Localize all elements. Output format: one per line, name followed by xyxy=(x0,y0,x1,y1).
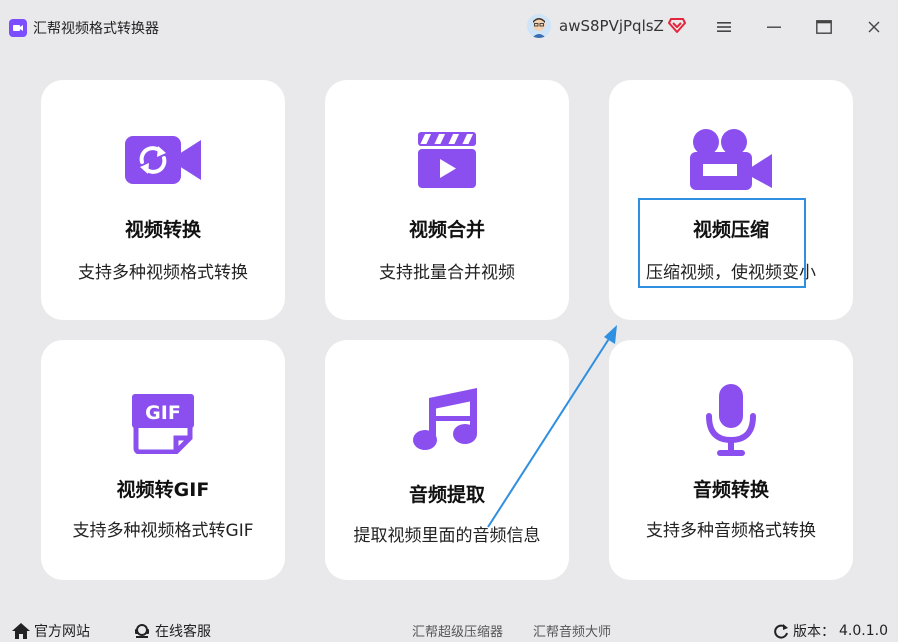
version-info[interactable]: 版本： 4.0.1.0 xyxy=(773,621,888,641)
card-description: 支持多种视频格式转GIF xyxy=(72,521,254,541)
card-description: 支持批量合并视频 xyxy=(379,263,515,283)
card-audio-convert[interactable]: 音频转换 支持多种音频格式转换 xyxy=(609,340,853,580)
music-note-icon xyxy=(413,388,481,456)
video-merge-icon xyxy=(418,132,476,192)
vip-diamond-icon[interactable] xyxy=(668,16,686,34)
card-video-to-gif[interactable]: GIF 视频转GIF 支持多种视频格式转GIF xyxy=(41,340,285,580)
online-service-link[interactable]: 在线客服 xyxy=(133,621,211,641)
maximize-icon[interactable] xyxy=(814,17,834,37)
gif-icon: GIF xyxy=(132,386,194,458)
card-title: 视频转GIF xyxy=(116,479,210,501)
footer: 官方网站 在线客服 汇帮超级压缩器 汇帮音频大师 版本： 4.0.1.0 xyxy=(0,612,898,642)
close-icon[interactable] xyxy=(864,17,884,37)
app-title: 汇帮视频格式转换器 xyxy=(33,21,159,37)
official-site-label: 官方网站 xyxy=(34,624,90,640)
headset-icon xyxy=(135,624,149,638)
svg-text:GIF: GIF xyxy=(145,402,181,424)
version-label: 版本： xyxy=(793,624,835,640)
username[interactable]: awS8PVjPqlsZ xyxy=(559,17,664,35)
minimize-icon[interactable] xyxy=(764,17,784,37)
card-description: 支持多种视频格式转换 xyxy=(78,263,248,283)
title-bar: 汇帮视频格式转换器 awS8PVjPqlsZ xyxy=(0,0,898,56)
version-number: 4.0.1.0 xyxy=(839,623,888,639)
menu-icon[interactable] xyxy=(714,17,734,37)
highlight-box xyxy=(638,198,806,288)
online-service-label: 在线客服 xyxy=(155,624,211,640)
user-avatar[interactable] xyxy=(527,14,551,38)
card-video-convert[interactable]: 视频转换 支持多种视频格式转换 xyxy=(41,80,285,320)
card-title: 视频转换 xyxy=(124,219,201,241)
video-convert-icon xyxy=(125,134,201,190)
card-title: 音频转换 xyxy=(692,479,769,501)
compressor-link[interactable]: 汇帮超级压缩器 xyxy=(412,621,503,640)
home-icon xyxy=(12,623,30,639)
card-title: 音频提取 xyxy=(408,484,485,506)
app-logo-icon xyxy=(9,19,27,37)
card-video-merge[interactable]: 视频合并 支持批量合并视频 xyxy=(325,80,569,320)
official-site-link[interactable]: 官方网站 xyxy=(12,621,90,641)
card-audio-extract[interactable]: 音频提取 提取视频里面的音频信息 xyxy=(325,340,569,580)
refresh-icon xyxy=(774,624,788,639)
audio-master-link[interactable]: 汇帮音频大师 xyxy=(533,621,611,640)
microphone-icon xyxy=(705,384,757,460)
card-description: 支持多种音频格式转换 xyxy=(646,521,816,541)
video-compress-icon xyxy=(690,128,772,194)
card-description: 提取视频里面的音频信息 xyxy=(353,526,541,546)
card-title: 视频合并 xyxy=(408,219,485,241)
